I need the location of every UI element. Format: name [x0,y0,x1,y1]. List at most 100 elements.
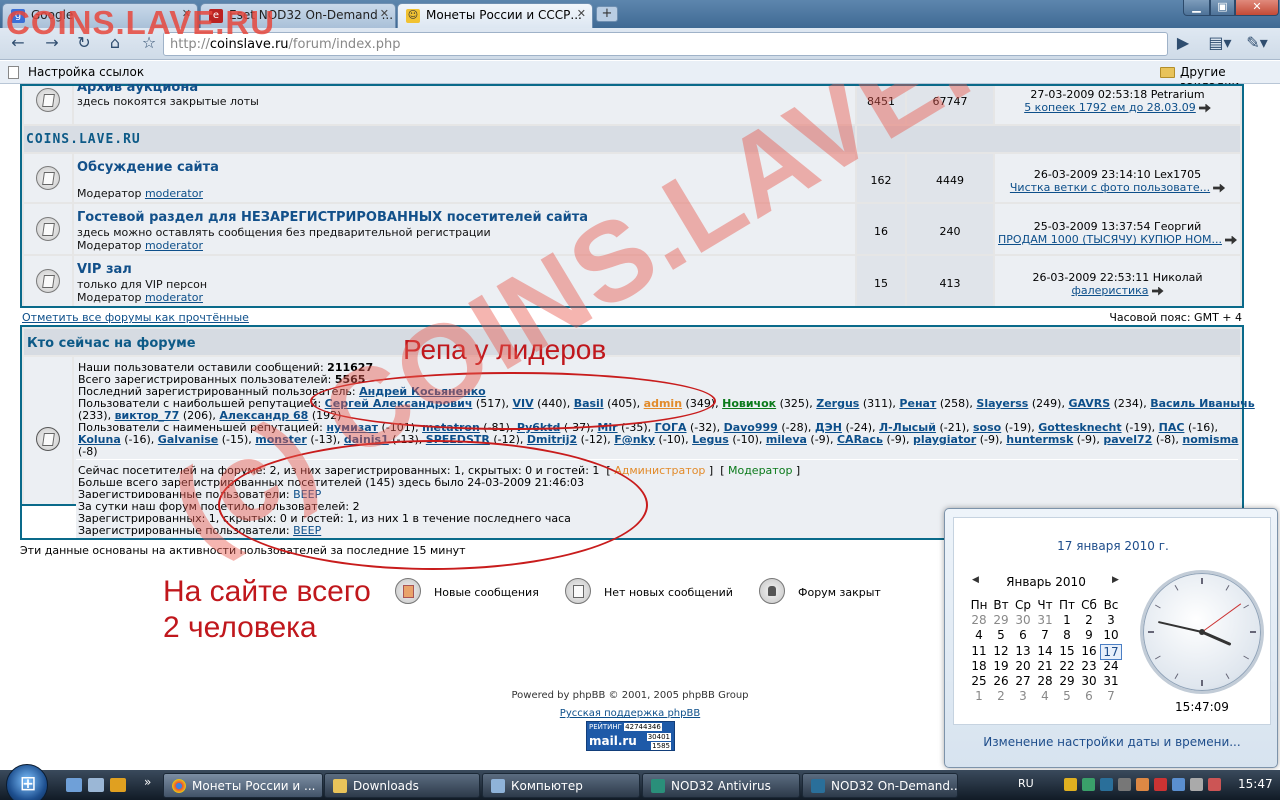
tray-app-icon[interactable] [1208,778,1221,791]
user-link[interactable]: F@nky [614,433,655,446]
close-icon[interactable]: ✕ [182,7,191,20]
last-post-link[interactable]: фалеристика [1071,284,1148,297]
home-button[interactable]: ⌂ [103,32,127,56]
calendar-day[interactable]: 10 [1100,628,1122,642]
quicklaunch-more[interactable]: » [144,775,151,789]
back-button[interactable]: ← [6,32,30,56]
bookmark-star-button[interactable]: ☆ [137,32,161,56]
go-button[interactable]: ▶ [1171,32,1195,56]
next-month-button[interactable]: ▶ [1112,575,1119,585]
calendar-day[interactable]: 3 [1100,613,1122,627]
close-icon[interactable]: ✕ [577,7,586,20]
forum-title[interactable]: Обсуждение сайта [77,160,219,175]
maximize-button[interactable]: ▣ [1210,0,1235,16]
calendar-day[interactable]: 8 [1056,628,1078,642]
user-link[interactable]: Zergus [816,397,859,410]
calendar-day[interactable]: 25 [968,674,990,688]
calendar-day[interactable]: 21 [1034,659,1056,673]
calendar-day[interactable]: 15 [1056,644,1078,658]
network-icon[interactable] [1172,778,1185,791]
user-link[interactable]: Dmitrij2 [527,433,577,446]
volume-icon[interactable] [1190,778,1203,791]
calendar-day[interactable]: 23 [1078,659,1100,673]
tray-app-icon[interactable] [1136,778,1149,791]
language-indicator[interactable]: RU [1018,777,1034,790]
last-post-link[interactable]: Чистка ветки с фото пользовате... [1010,181,1210,194]
forum-title[interactable]: Гостевой раздел для НЕЗАРЕГИСТРИРОВАННЫХ… [77,210,588,225]
tray-app-icon[interactable] [1118,778,1131,791]
close-window-button[interactable]: ✕ [1235,0,1279,16]
mark-all-read-link[interactable]: Отметить все форумы как прочтённые [22,311,249,324]
change-datetime-link[interactable]: Изменение настройки даты и времени... [945,735,1279,749]
user-link[interactable]: Новичок [722,397,776,410]
moderator-link[interactable]: moderator [145,239,203,252]
start-button[interactable] [6,764,49,800]
calendar-day[interactable]: 7 [1100,689,1122,703]
switch-windows-icon[interactable] [88,778,104,792]
shield-icon[interactable] [1064,778,1077,791]
calendar-day[interactable]: 29 [990,613,1012,627]
category-title[interactable]: COINS.LAVE.RU [26,132,141,147]
calendar-day[interactable]: 31 [1100,674,1122,688]
user-link[interactable]: monster [255,433,307,446]
russian-support-link[interactable]: Русская поддержка phpBB [430,708,830,719]
task-downloads[interactable]: Downloads [324,773,480,798]
calendar-day[interactable]: 28 [968,613,990,627]
user-link[interactable]: GAVRS [1068,397,1110,410]
calendar-day[interactable]: 30 [1078,674,1100,688]
task-nod32[interactable]: NOD32 Antivirus [642,773,800,798]
show-desktop-icon[interactable] [66,778,82,792]
calendar-day[interactable]: 27 [1012,674,1034,688]
calendar-day[interactable]: 4 [968,628,990,642]
new-tab-button[interactable]: + [596,6,618,22]
calendar-day[interactable]: 3 [1012,689,1034,703]
user-link[interactable]: Legus [692,433,729,446]
page-menu-button[interactable]: ▤▾ [1205,32,1235,56]
user-link[interactable]: Василь Иванычь [1150,397,1255,410]
task-computer[interactable]: Компьютер [482,773,640,798]
bookmark-settings-link[interactable]: Настройка ссылок [28,65,144,79]
calendar-day[interactable]: 26 [990,674,1012,688]
address-bar[interactable]: http://coinslave.ru/forum/index.php [163,32,1168,56]
forward-button[interactable]: → [40,32,64,56]
calendar-day[interactable]: 6 [1012,628,1034,642]
calendar-day[interactable]: 1 [968,689,990,703]
last-post-link[interactable]: ПРОДАМ 1000 (ТЫСЯЧУ) КУПЮР НОМ... [998,233,1222,246]
calendar-day[interactable]: 12 [990,644,1012,658]
reload-button[interactable]: ↻ [72,32,96,56]
user-link[interactable]: CARась [837,433,883,446]
calendar-day[interactable]: 31 [1034,613,1056,627]
calendar-day[interactable]: 4 [1034,689,1056,703]
calendar-day[interactable]: 1 [1056,613,1078,627]
calendar-day[interactable]: 5 [990,628,1012,642]
user-link[interactable]: pavel72 [1103,433,1152,446]
calendar-day[interactable]: 7 [1034,628,1056,642]
user-link[interactable]: mileva [766,433,807,446]
last-post-link[interactable]: 5 копеек 1792 ем до 28.03.09 [1024,101,1196,114]
tray-app-icon[interactable] [1154,778,1167,791]
goto-post-icon[interactable] [1151,286,1164,296]
tab-google[interactable]: g Google ✕ [2,3,198,28]
user-link[interactable]: Slayerss [976,397,1028,410]
calendar-day[interactable]: 16 [1078,644,1100,658]
calendar-day[interactable]: 6 [1078,689,1100,703]
calendar-day[interactable]: 22 [1056,659,1078,673]
calendar-day[interactable]: 2 [990,689,1012,703]
forum-title[interactable]: Архив аукциона [77,84,198,95]
calendar-day-today[interactable]: 17 [1100,643,1122,660]
mailru-rating-counter[interactable]: РЕЙТИНГ 42744346 30401 1585 mail.ru [586,721,675,751]
user-link[interactable]: nomisma [1182,433,1238,446]
calendar-day[interactable]: 11 [968,644,990,658]
calendar-day[interactable]: 14 [1034,644,1056,658]
calendar-day[interactable]: 18 [968,659,990,673]
moderator-link[interactable]: moderator [145,291,203,304]
task-chrome[interactable]: Монеты России и ... [163,773,323,798]
calendar-day[interactable]: 2 [1078,613,1100,627]
calendar-day[interactable]: 28 [1034,674,1056,688]
user-link[interactable]: Galvanise [158,433,218,446]
calendar-day[interactable]: 9 [1078,628,1100,642]
tray-app-icon[interactable] [1100,778,1113,791]
moderator-link[interactable]: moderator [145,187,203,200]
calendar-date-link[interactable]: 17 января 2010 г. [954,539,1272,553]
user-link[interactable]: playgiator [913,433,976,446]
